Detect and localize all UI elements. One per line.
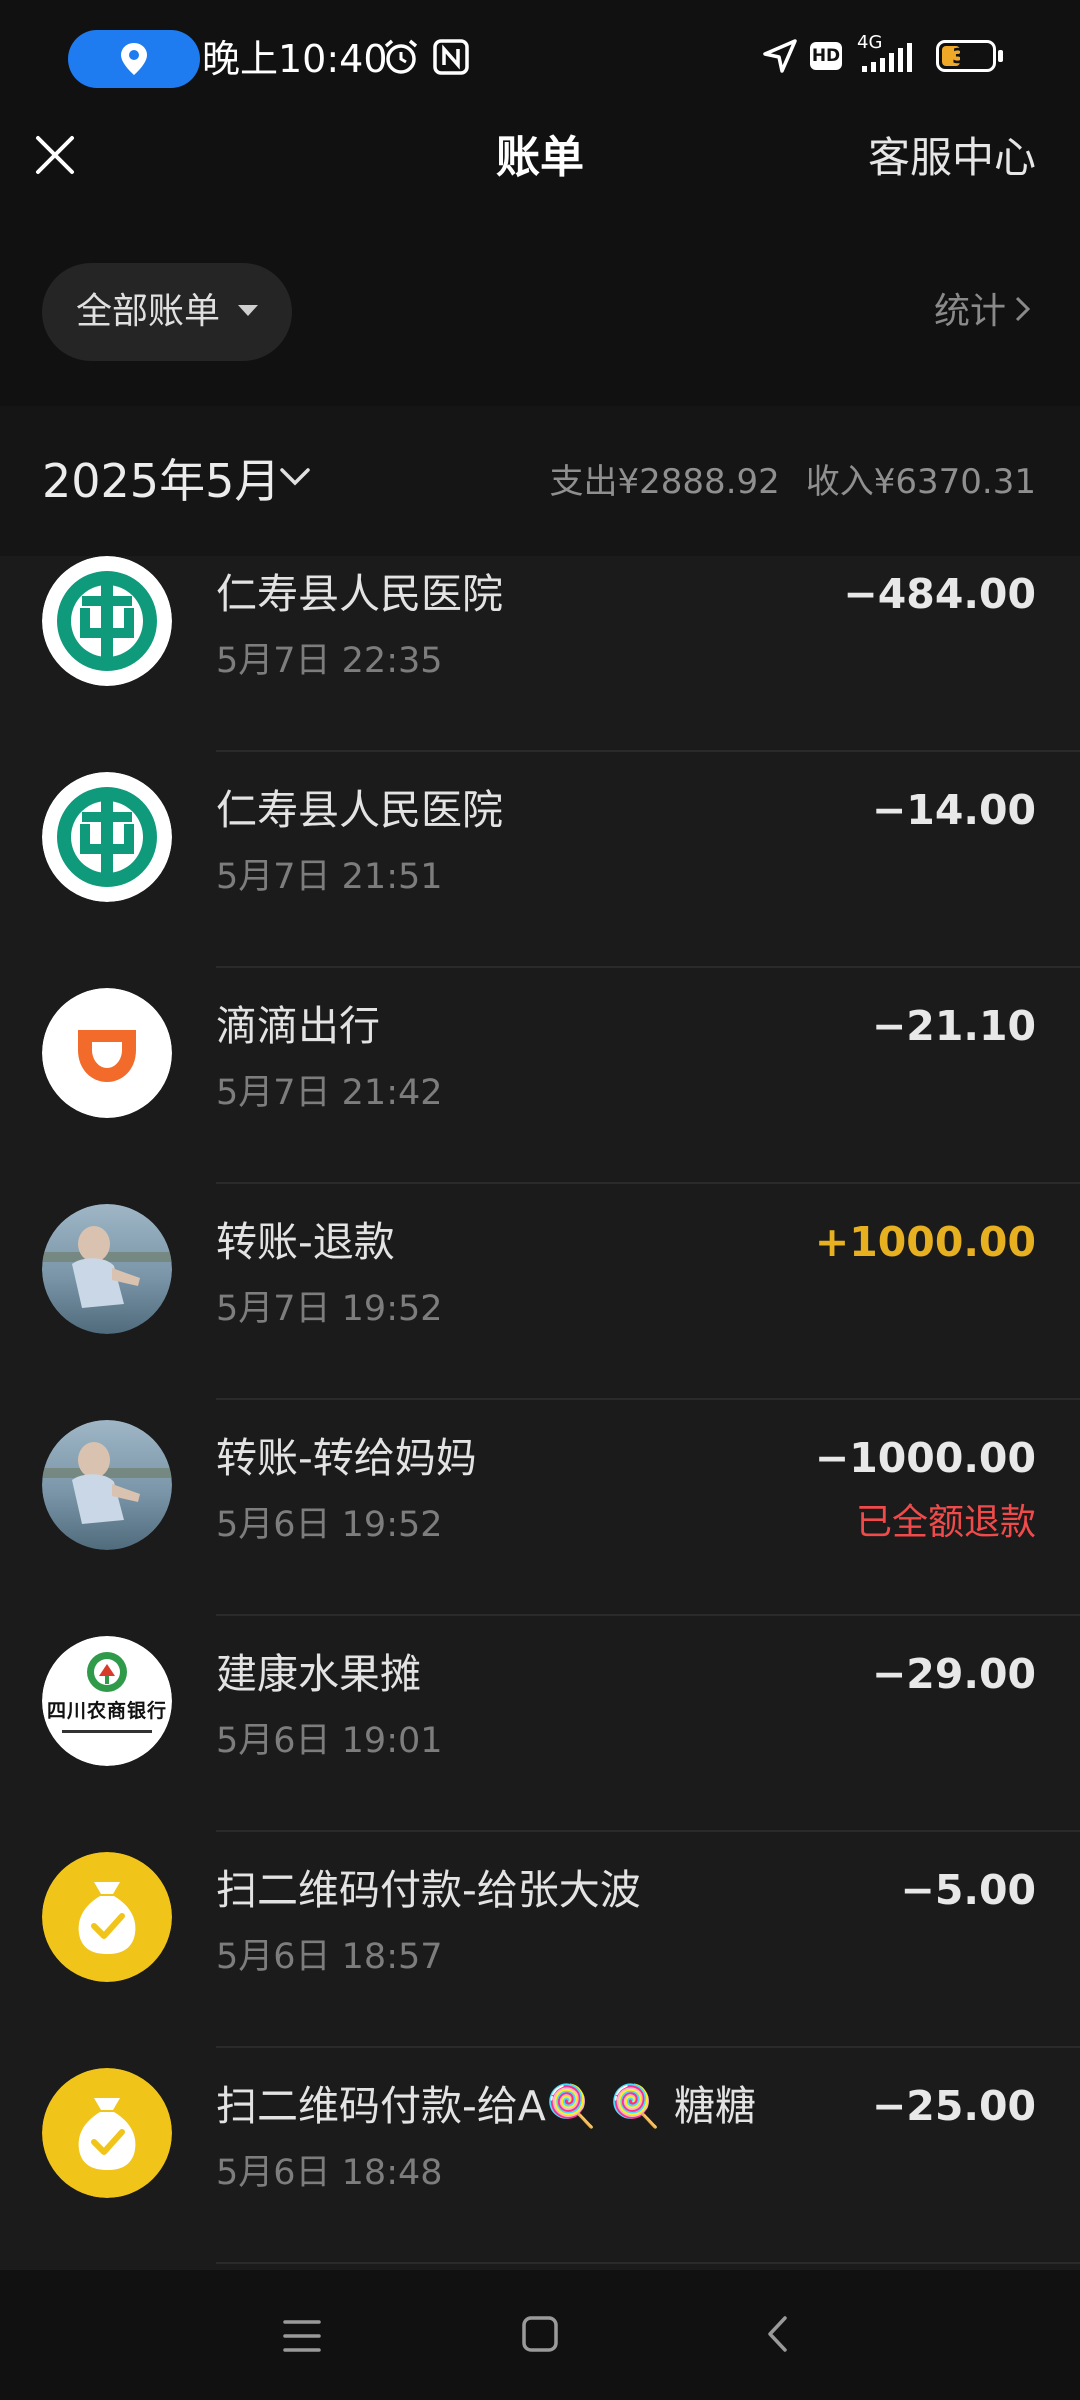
month-totals: 支出¥2888.92 收入¥6370.31 (550, 452, 1036, 512)
month-selector[interactable]: 2025年5月 (42, 446, 280, 516)
transaction-row[interactable]: 转账-退款 5月7日 19:52 +1000.00 (0, 1184, 1080, 1400)
statistics-label: 统计 (933, 291, 1006, 332)
transaction-list[interactable]: 仁寿县人民医院 5月7日 22:35 −484.00 仁寿县人民医院 5月7日 … (0, 556, 1080, 2270)
transaction-time: 5月7日 19:52 (216, 1289, 443, 1329)
transaction-time: 5月6日 19:01 (216, 1721, 443, 1761)
transaction-row[interactable]: 滴滴出行 5月7日 21:42 −21.10 (0, 968, 1080, 1184)
location-pin-icon (121, 43, 147, 75)
row-divider (216, 2262, 1080, 2264)
battery-cap (998, 50, 1003, 62)
transaction-time: 5月6日 19:52 (216, 1505, 443, 1545)
transaction-title: 转账-退款 (216, 1218, 395, 1266)
battery-percent: 37 (952, 44, 980, 68)
user-photo-avatar (42, 1204, 172, 1334)
transaction-title: 仁寿县人民医院 (216, 570, 503, 618)
caret-down-icon (238, 305, 258, 316)
transaction-title: 建康水果摊 (216, 1650, 421, 1698)
month-expense: 支出¥2888.92 (549, 462, 780, 502)
transaction-time: 5月6日 18:48 (216, 2153, 443, 2193)
sichuan-rural-bank-icon: 四川农商银行 (42, 1636, 172, 1766)
transaction-row[interactable]: 仁寿县人民医院 5月7日 22:35 −484.00 (0, 556, 1080, 752)
transaction-title: 扫二维码付款-给张大波 (216, 1866, 641, 1914)
bill-filter-label: 全部账单 (76, 291, 221, 332)
nfc-icon (433, 39, 469, 75)
transaction-amount: −5.00 (900, 1866, 1036, 1914)
hd-badge: HD (810, 42, 842, 70)
menu-icon[interactable] (282, 2316, 322, 2356)
didi-icon (42, 988, 172, 1118)
money-bag-icon (42, 1852, 172, 1982)
chevron-down-icon[interactable] (278, 466, 312, 488)
transaction-time: 5月6日 18:57 (216, 1937, 443, 1977)
user-photo-avatar (42, 1420, 172, 1550)
refund-status: 已全额退款 (855, 1502, 1036, 1543)
bank-logo-text: 四川农商银行 (46, 1700, 167, 1722)
transaction-row[interactable]: 扫二维码付款-给张大波 5月6日 18:57 −5.00 (0, 1832, 1080, 2048)
signal-strength-icon (862, 43, 912, 72)
chevron-right-icon (1014, 282, 1032, 342)
transaction-amount: +1000.00 (814, 1218, 1036, 1266)
transaction-row[interactable]: 转账-转给妈妈 5月6日 19:52 −1000.00 已全额退款 (0, 1400, 1080, 1616)
transaction-time: 5月7日 21:42 (216, 1073, 443, 1113)
transaction-title: 转账-转给妈妈 (216, 1434, 477, 1482)
transaction-time: 5月7日 22:35 (216, 641, 443, 681)
money-bag-icon (42, 2068, 172, 2198)
transaction-amount: −1000.00 (814, 1434, 1036, 1482)
back-icon[interactable] (758, 2314, 798, 2354)
transaction-amount: −484.00 (843, 570, 1036, 618)
abc-bank-icon (42, 772, 172, 902)
customer-service-link[interactable]: 客服中心 (868, 128, 1036, 188)
abc-bank-icon (42, 556, 172, 686)
home-icon[interactable] (520, 2314, 560, 2354)
navigation-arrow-icon (763, 39, 797, 73)
transaction-row[interactable]: 四川农商银行 建康水果摊 5月6日 19:01 −29.00 (0, 1616, 1080, 1832)
alarm-clock-icon (384, 39, 418, 74)
transaction-title: 滴滴出行 (216, 1002, 380, 1050)
transaction-title: 扫二维码付款-给A🍭 🍭 糖糖 (216, 2082, 757, 2130)
system-nav-bar (0, 2270, 1080, 2400)
transaction-amount: −25.00 (871, 2082, 1036, 2130)
statistics-link[interactable]: 统计 (934, 282, 1032, 342)
month-income: 收入¥6370.31 (805, 462, 1036, 502)
transaction-title: 仁寿县人民医院 (216, 786, 503, 834)
transaction-amount: −14.00 (871, 786, 1036, 834)
status-time: 晚上10:40 (202, 37, 388, 81)
transaction-row[interactable]: 扫二维码付款-给A🍭 🍭 糖糖 5月6日 18:48 −25.00 (0, 2048, 1080, 2264)
bill-filter-dropdown[interactable]: 全部账单 (42, 263, 292, 361)
transaction-row[interactable]: 仁寿县人民医院 5月7日 21:51 −14.00 (0, 752, 1080, 968)
status-bar: 晚上10:40 HD 4G 37 (0, 0, 1080, 118)
battery-indicator: 37 (936, 40, 996, 72)
transaction-amount: −29.00 (871, 1650, 1036, 1698)
location-pill[interactable] (68, 30, 200, 88)
transaction-time: 5月7日 21:51 (216, 857, 443, 897)
transaction-amount: −21.10 (871, 1002, 1036, 1050)
